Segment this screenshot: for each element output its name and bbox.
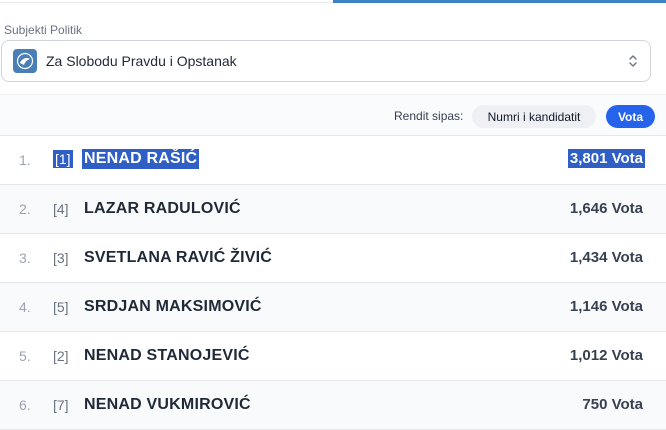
candidate-number: [3] [53, 250, 69, 266]
sort-bar: Rendit sipas: Numri i kandidatit Vota [0, 94, 666, 136]
candidate-row[interactable]: 3. [3] SVETLANA RAVIĆ ŽIVIĆ 1,434 Vota [0, 234, 666, 283]
candidate-votes: 750 Vota [582, 396, 643, 413]
candidate-rank: 1. [19, 152, 31, 168]
candidate-votes: 3,801 Vota [567, 149, 645, 168]
candidate-number: [1] [53, 150, 73, 168]
sort-label: Rendit sipas: [394, 109, 464, 123]
candidate-rank: 4. [19, 299, 31, 315]
party-logo-icon [13, 49, 37, 73]
candidate-number: [4] [53, 201, 69, 217]
candidate-list: 1. [1] NENAD RAŠIĆ 3,801 Vota 2. [4] LAZ… [0, 136, 666, 430]
candidate-number: [7] [53, 397, 69, 413]
candidate-name: NENAD VUKMIROVIĆ [84, 396, 251, 413]
party-select[interactable]: Za Slobodu Pravdu i Opstanak [1, 40, 651, 82]
candidate-rank: 5. [19, 348, 31, 364]
candidate-row[interactable]: 1. [1] NENAD RAŠIĆ 3,801 Vota [0, 136, 666, 185]
candidate-row[interactable]: 2. [4] LAZAR RADULOVIĆ 1,646 Vota [0, 185, 666, 234]
active-tab-indicator [333, 0, 666, 3]
chevron-up-down-icon [628, 53, 638, 69]
candidate-name: LAZAR RADULOVIĆ [84, 200, 241, 217]
candidate-name: SRDJAN MAKSIMOVIĆ [84, 298, 262, 315]
candidate-row[interactable]: 4. [5] SRDJAN MAKSIMOVIĆ 1,146 Vota [0, 283, 666, 332]
candidate-number: [5] [53, 299, 69, 315]
candidate-row[interactable]: 5. [2] NENAD STANOJEVIĆ 1,012 Vota [0, 332, 666, 381]
candidate-rank: 6. [19, 397, 31, 413]
candidate-votes: 1,434 Vota [569, 249, 643, 266]
sort-by-votes-button[interactable]: Vota [606, 105, 655, 128]
candidate-name: NENAD STANOJEVIĆ [84, 347, 250, 364]
candidate-row[interactable]: 6. [7] NENAD VUKMIROVIĆ 750 Vota [0, 381, 666, 430]
candidate-name: SVETLANA RAVIĆ ŽIVIĆ [84, 249, 273, 266]
party-select-value: Za Slobodu Pravdu i Opstanak [46, 53, 237, 69]
candidate-votes: 1,146 Vota [569, 298, 643, 315]
candidate-rank: 2. [19, 201, 31, 217]
candidate-votes: 1,646 Vota [569, 200, 643, 217]
party-select-label: Subjekti Politik [4, 23, 83, 37]
candidate-rank: 3. [19, 250, 31, 266]
candidate-number: [2] [53, 348, 69, 364]
candidate-name: NENAD RAŠIĆ [82, 149, 200, 169]
candidate-votes: 1,012 Vota [569, 347, 643, 364]
sort-by-number-button[interactable]: Numri i kandidatit [472, 105, 596, 128]
